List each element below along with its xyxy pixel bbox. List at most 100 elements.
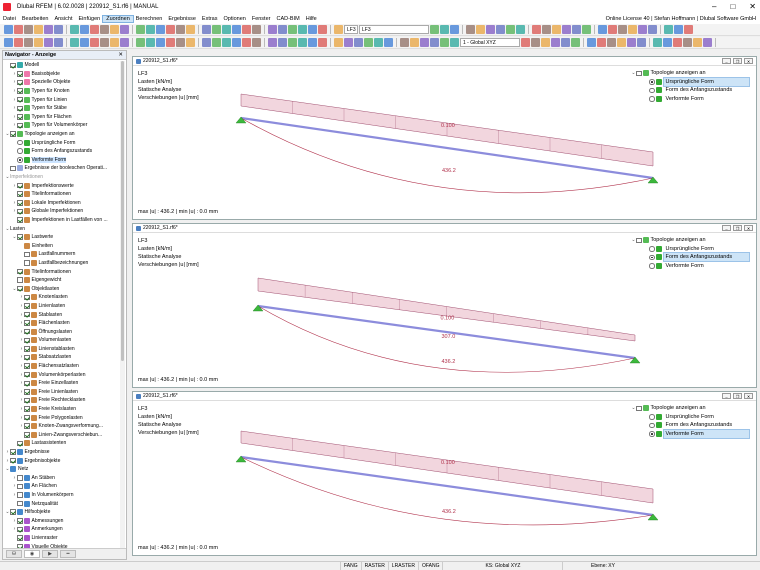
nav-checkbox[interactable] [24,337,30,344]
toolbar-button-icon[interactable] [627,38,636,47]
nav-checkbox[interactable] [24,389,30,395]
toolbar-button-icon[interactable] [156,38,165,47]
toolbar-button-icon[interactable] [572,25,581,34]
nav-checkbox[interactable] [17,191,23,197]
status-fang[interactable]: FANG [340,562,361,570]
toolbar-button-icon[interactable] [628,25,637,34]
toolbar-button-icon[interactable] [100,38,109,47]
toolbar-button-icon[interactable] [531,38,540,47]
nav-tree-item[interactable]: ⌄ Topologie anzeigen an [3,130,121,139]
nav-checkbox[interactable] [17,88,23,94]
nav-tree-item[interactable]: Titelinformationen [3,267,121,276]
coordinate-system-select[interactable]: 1 - Global XYZ [460,38,520,47]
toolbar-button-icon[interactable] [562,25,571,34]
nav-tree-item[interactable]: › Typen für Knoten [3,87,121,96]
nav-tree-item[interactable]: ⌄ Imperfektionen [3,173,121,182]
toolbar-button-icon[interactable] [618,25,627,34]
toolbar-button-icon[interactable] [374,38,383,47]
nav-checkbox[interactable] [24,260,30,266]
nav-checkbox[interactable] [24,432,30,438]
nav-tree-item[interactable]: › In Volumenkörpern [3,491,121,500]
toolbar-button-icon[interactable] [80,25,89,34]
nav-tree-item[interactable]: Netzqualität [3,499,121,508]
nav-tree-item[interactable]: Lastfallbezeichnungen [3,259,121,268]
nav-tree-item[interactable]: › Freie Linienlasten [3,388,121,397]
nav-checkbox[interactable] [17,475,23,481]
toolbar-button-icon[interactable] [44,38,53,47]
toolbar-button-icon[interactable] [608,25,617,34]
toolbar-button-icon[interactable] [648,25,657,34]
status-raster[interactable]: RASTER [360,562,388,570]
nav-checkbox[interactable] [10,457,16,464]
toolbar-button-icon[interactable] [344,38,353,47]
nav-tree-item[interactable]: › Basisobjekte [3,70,121,79]
nav-checkbox[interactable] [24,303,30,309]
toolbar-button-icon[interactable] [638,25,647,34]
toolbar-button-icon[interactable] [521,38,530,47]
nav-tree-item[interactable]: › Ergebnisobjekte [3,456,121,465]
toolbar-button-icon[interactable] [242,38,251,47]
nav-checkbox[interactable] [24,414,30,421]
nav-checkbox[interactable] [24,311,30,318]
toolbar-button-icon[interactable] [54,25,63,34]
nav-tree-item[interactable]: Ergebnisse der booleschen Operati... [3,164,121,173]
toolbar-button-icon[interactable] [24,25,33,34]
nav-tab-display-icon[interactable]: ◉ [24,550,40,558]
toolbar-button-icon[interactable] [598,25,607,34]
pane-close-icon[interactable]: ✕ [744,58,753,64]
nav-tree-item[interactable]: › Imperfektionswerte [3,181,121,190]
menu-cad-bim[interactable]: CAD-BIM [273,16,302,22]
nav-checkbox[interactable] [24,294,30,301]
toolbar-button-icon[interactable] [571,38,580,47]
toolbar-button-icon[interactable] [242,25,251,34]
toolbar-button-icon[interactable] [496,25,505,34]
nav-checkbox[interactable] [24,320,30,326]
toolbar-button-icon[interactable] [166,38,175,47]
toolbar-button-icon[interactable] [252,38,261,47]
toolbar-button-icon[interactable] [318,38,327,47]
nav-tree-item[interactable]: › Stablasten [3,310,121,319]
toolbar-button-icon[interactable] [703,38,712,47]
toolbar-button-icon[interactable] [34,25,43,34]
nav-checkbox[interactable] [17,234,23,240]
nav-checkbox[interactable] [10,449,16,455]
toolbar-button-icon[interactable] [693,38,702,47]
nav-tree-item[interactable]: Form des Anfangszustands [3,147,121,156]
toolbar-button-icon[interactable] [90,38,99,47]
status-ofang[interactable]: OFANG [417,562,443,570]
nav-tab-views-icon[interactable]: ▶ [42,550,58,558]
toolbar-button-icon[interactable] [617,38,626,47]
nav-checkbox[interactable] [17,105,23,112]
toolbar-button-icon[interactable] [54,38,63,47]
nav-tree-item[interactable]: › Typen für Volumenkörper [3,121,121,130]
toolbar-button-icon[interactable] [100,25,109,34]
toolbar-button-icon[interactable] [288,38,297,47]
status-lraster[interactable]: LRASTER [387,562,418,570]
toolbar-button-icon[interactable] [400,38,409,47]
toolbar-button-icon[interactable] [70,38,79,47]
toolbar-button-icon[interactable] [430,38,439,47]
toolbar-button-icon[interactable] [486,25,495,34]
toolbar-button-icon[interactable] [354,38,363,47]
toolbar-button-icon[interactable] [506,25,515,34]
nav-tree-item[interactable]: Linienraster [3,534,121,543]
nav-checkbox[interactable] [24,363,30,369]
menu-berechnen[interactable]: Berechnen [133,16,166,22]
toolbar-button-icon[interactable] [186,25,195,34]
maximize-icon[interactable]: □ [730,2,735,11]
toolbar-button-icon[interactable] [146,25,155,34]
toolbar-button-icon[interactable] [222,25,231,34]
toolbar-button-icon[interactable] [410,38,419,47]
toolbar-button-icon[interactable] [683,38,692,47]
toolbar-button-icon[interactable] [308,38,317,47]
toolbar-button-icon[interactable] [14,25,23,34]
nav-tree-item[interactable]: ⌄ Lastwerte [3,233,121,242]
nav-tree-item[interactable]: › Linienlasten [3,302,121,311]
toolbar-button-icon[interactable] [120,25,129,34]
toolbar-button-icon[interactable] [24,38,33,47]
toolbar-button-icon[interactable] [278,25,287,34]
toolbar-button-icon[interactable] [663,38,672,47]
toolbar-button-icon[interactable] [476,25,485,34]
nav-checkbox[interactable] [24,371,30,378]
nav-tree-item[interactable]: › Ergebnisse [3,448,121,457]
